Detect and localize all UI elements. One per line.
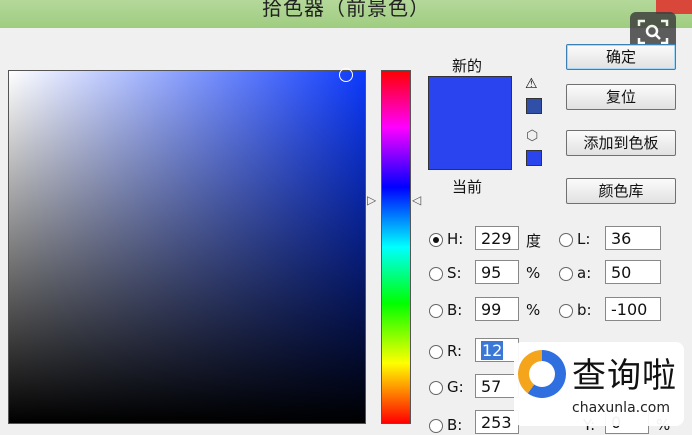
hue-slider-right-arrow-icon[interactable]: ◁: [412, 193, 421, 207]
add-to-swatches-button[interactable]: 添加到色板: [566, 130, 676, 156]
s-unit: %: [526, 264, 541, 282]
web-safe-swatch[interactable]: [526, 150, 542, 166]
r-label: R:: [447, 342, 463, 360]
radio-l[interactable]: [559, 233, 573, 247]
a-input[interactable]: 50: [605, 260, 661, 284]
g-input[interactable]: 57: [475, 374, 519, 398]
lab-b-input[interactable]: -100: [605, 297, 661, 321]
watermark-url: chaxunla.com: [572, 400, 670, 416]
color-field[interactable]: [8, 70, 366, 424]
a-label: a:: [577, 264, 592, 282]
color-field-picker[interactable]: [339, 68, 353, 82]
g-label: G:: [447, 378, 464, 396]
hue-slider[interactable]: [381, 70, 411, 424]
ok-button[interactable]: 确定: [566, 44, 676, 70]
warning-triangle-icon[interactable]: ⚠: [525, 76, 538, 92]
hsb-b-input[interactable]: 99: [475, 297, 519, 321]
rgb-b-label: B:: [447, 416, 463, 434]
radio-r[interactable]: [429, 345, 443, 359]
l-input[interactable]: 36: [605, 226, 661, 250]
rgb-b-input[interactable]: 253: [475, 410, 519, 434]
gamut-swatch[interactable]: [526, 98, 542, 114]
s-input[interactable]: 95: [475, 260, 519, 284]
reset-button[interactable]: 复位: [566, 84, 676, 110]
r-input-value: 12: [481, 341, 504, 360]
r-input[interactable]: 12: [475, 338, 519, 362]
radio-lab-b[interactable]: [559, 304, 573, 318]
radio-rgb-b[interactable]: [429, 419, 443, 433]
watermark-title: 查询啦: [572, 356, 677, 396]
new-label: 新的: [452, 57, 483, 75]
h-label: H:: [447, 230, 464, 248]
s-label: S:: [447, 264, 462, 282]
title-bar: 拾色器（前景色）: [0, 0, 692, 28]
current-label: 当前: [452, 178, 483, 196]
radio-g[interactable]: [429, 381, 443, 395]
radio-h[interactable]: [429, 233, 443, 247]
hsb-b-label: B:: [447, 301, 463, 319]
h-unit: 度: [526, 232, 542, 250]
h-input[interactable]: 229: [475, 226, 519, 250]
watermark-logo-icon: [518, 350, 566, 398]
l-label: L:: [577, 230, 591, 248]
radio-s[interactable]: [429, 267, 443, 281]
hue-slider-left-arrow-icon[interactable]: ▷: [367, 193, 376, 207]
watermark: 查询啦 chaxunla.com: [514, 342, 684, 426]
color-libraries-button[interactable]: 颜色库: [566, 178, 676, 204]
new-color-swatch: [428, 76, 512, 170]
radio-a[interactable]: [559, 267, 573, 281]
lab-b-label: b:: [577, 301, 592, 319]
radio-hsb-b[interactable]: [429, 304, 443, 318]
cube-icon[interactable]: ⬡: [526, 128, 538, 144]
hsb-b-unit: %: [526, 301, 541, 319]
window-title: 拾色器（前景色）: [262, 0, 430, 20]
